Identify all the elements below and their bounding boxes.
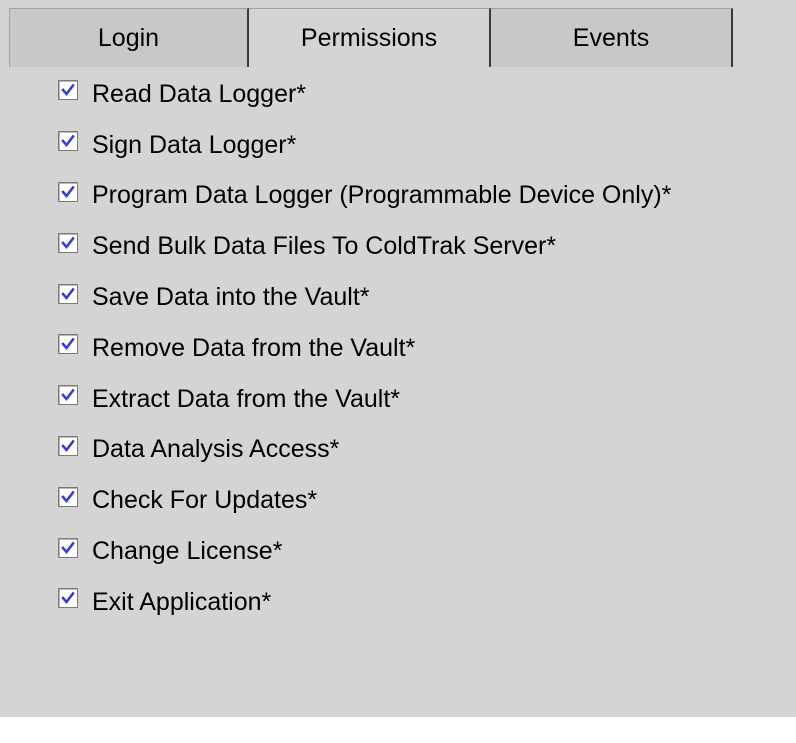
permission-label: Read Data Logger* xyxy=(92,79,307,108)
checkbox[interactable] xyxy=(58,334,78,355)
tab-events[interactable]: Events xyxy=(491,8,733,67)
permission-label: Extract Data from the Vault* xyxy=(92,384,400,413)
permission-item-data-analysis[interactable]: Data Analysis Access* xyxy=(58,425,671,476)
permission-item-check-updates[interactable]: Check For Updates* xyxy=(58,475,671,526)
checkmark-icon xyxy=(61,388,75,402)
permission-label: Exit Application* xyxy=(92,587,272,616)
tab-events-label: Events xyxy=(572,23,650,52)
permission-item-sign-data-logger[interactable]: Sign Data Logger* xyxy=(58,120,671,171)
tab-strip: Login Permissions Events xyxy=(9,8,733,67)
permission-label: Data Analysis Access* xyxy=(92,435,340,464)
checkbox[interactable] xyxy=(58,537,78,558)
checkmark-icon xyxy=(61,490,75,503)
permission-item-send-bulk-data[interactable]: Send Bulk Data Files To ColdTrak Server* xyxy=(58,221,671,272)
permission-item-extract-data-vault[interactable]: Extract Data from the Vault* xyxy=(58,374,671,425)
checkmark-icon xyxy=(61,134,75,148)
permissions-window: Login Permissions Events Read Data Logge… xyxy=(0,0,796,743)
checkbox[interactable] xyxy=(58,435,78,456)
permission-label: Save Data into the Vault* xyxy=(92,283,370,312)
checkbox[interactable] xyxy=(58,486,78,507)
permission-label: Check For Updates* xyxy=(92,486,318,515)
checkmark-icon xyxy=(61,287,75,300)
checkbox[interactable] xyxy=(58,385,78,406)
checkmark-icon xyxy=(61,439,75,453)
permission-item-change-license[interactable]: Change License* xyxy=(58,526,671,577)
permission-label: Send Bulk Data Files To ColdTrak Server* xyxy=(92,232,557,261)
checkbox[interactable] xyxy=(58,80,78,101)
checkmark-icon xyxy=(61,236,75,249)
permissions-list: Read Data Logger* Sign Data Logger* Prog… xyxy=(58,69,671,628)
permission-item-read-data-logger[interactable]: Read Data Logger* xyxy=(58,69,671,120)
tab-permissions-label: Permissions xyxy=(300,23,438,52)
permission-label: Sign Data Logger* xyxy=(92,130,297,159)
checkmark-icon xyxy=(61,84,75,97)
permission-item-remove-data-vault[interactable]: Remove Data from the Vault* xyxy=(58,323,671,374)
checkbox[interactable] xyxy=(58,181,78,202)
checkbox[interactable] xyxy=(58,232,78,253)
checkmark-icon xyxy=(61,185,75,199)
permission-label: Remove Data from the Vault* xyxy=(92,333,416,362)
checkbox[interactable] xyxy=(58,131,78,152)
bottom-margin xyxy=(0,717,796,743)
checkbox[interactable] xyxy=(58,588,78,609)
permission-item-program-data-logger[interactable]: Program Data Logger (Programmable Device… xyxy=(58,171,671,222)
permission-item-exit-application[interactable]: Exit Application* xyxy=(58,577,671,628)
checkmark-icon xyxy=(61,338,75,351)
permission-item-save-data-vault[interactable]: Save Data into the Vault* xyxy=(58,272,671,323)
checkmark-icon xyxy=(61,541,75,554)
permission-label: Program Data Logger (Programmable Device… xyxy=(92,181,672,210)
tab-permissions[interactable]: Permissions xyxy=(249,8,491,67)
tab-login[interactable]: Login xyxy=(9,8,249,67)
checkmark-icon xyxy=(61,592,75,605)
permission-label: Change License* xyxy=(92,537,283,566)
tab-login-label: Login xyxy=(97,23,160,52)
checkbox[interactable] xyxy=(58,283,78,304)
